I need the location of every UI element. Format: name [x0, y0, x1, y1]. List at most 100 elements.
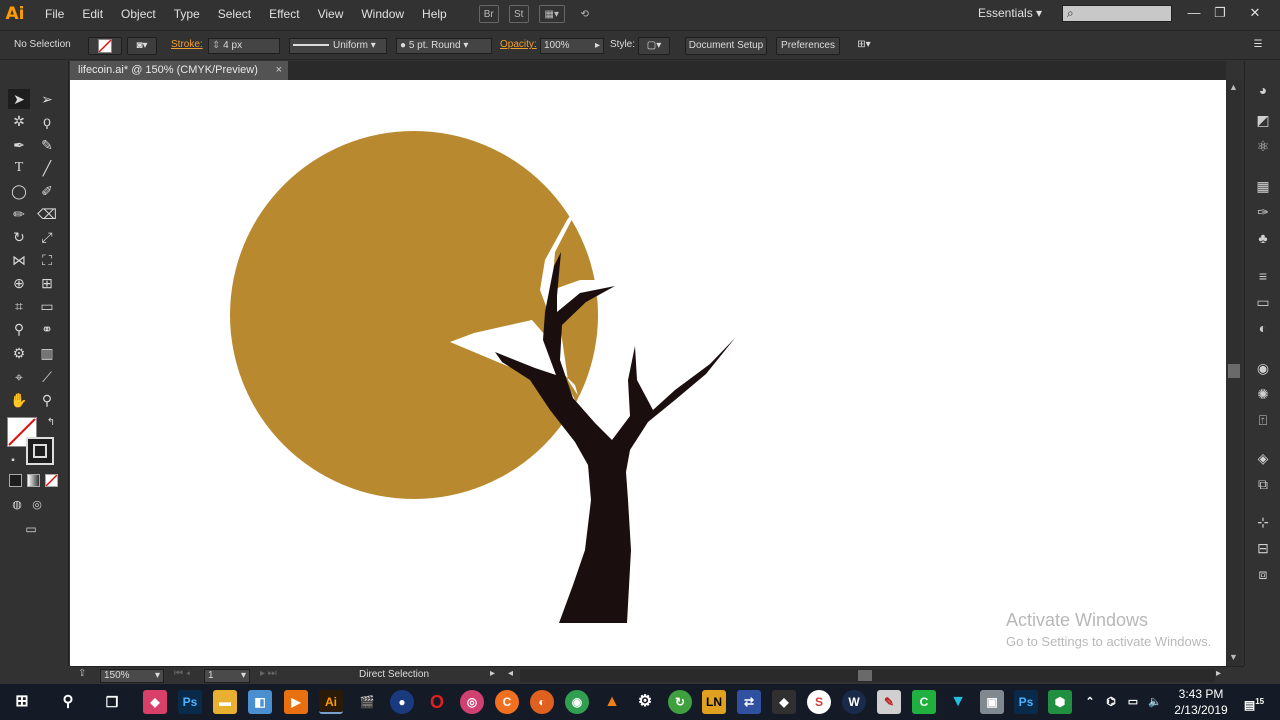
gpu-performance-icon[interactable]: ⟲	[575, 5, 595, 23]
app-icon-15[interactable]: ▣	[980, 690, 1004, 714]
style-swatch[interactable]: ▢▾	[638, 37, 670, 55]
ellipse-tool-icon[interactable]: ◯	[8, 181, 30, 201]
recolor-icon[interactable]: ⚛	[1254, 137, 1272, 155]
document-setup-button[interactable]: Document Setup	[685, 37, 767, 55]
minimize-button[interactable]: —	[1182, 3, 1206, 23]
restore-button[interactable]: ❐	[1208, 3, 1232, 23]
stroke-label[interactable]: Stroke:	[171, 39, 203, 50]
transparency-panel-icon[interactable]: ◐	[1254, 319, 1272, 337]
hscroll-right-icon[interactable]: ▸	[1216, 668, 1221, 679]
notification-center-icon[interactable]: ▤15	[1238, 690, 1270, 714]
eyedropper-tool-icon[interactable]: ⚲	[8, 319, 30, 339]
type-tool-icon[interactable]: T	[8, 158, 30, 178]
close-tab-icon[interactable]: ×	[276, 61, 282, 80]
artboards-panel-icon[interactable]: ⧉	[1254, 475, 1272, 493]
arrange-documents-icon[interactable]: ▦▾	[538, 5, 565, 23]
volume-icon[interactable]: 🔈	[1146, 690, 1164, 714]
horizontal-scrollbar[interactable]	[520, 669, 1215, 682]
app-icon-16[interactable]: ⬢	[1048, 690, 1072, 714]
firefox-icon[interactable]: ◐	[530, 690, 554, 714]
document-tab[interactable]: lifecoin.ai* @ 150% (CMYK/Preview) ×	[70, 61, 288, 80]
app-icon-4[interactable]: 🎬	[355, 690, 379, 714]
menu-file[interactable]: File	[36, 0, 73, 28]
symbols-panel-icon[interactable]: ♣	[1254, 229, 1272, 247]
direct-selection-tool-icon[interactable]: ➢	[36, 89, 58, 109]
gradient-mode-icon[interactable]	[27, 474, 40, 487]
gradient-tool-icon[interactable]: ▭	[36, 296, 58, 316]
scroll-up-icon[interactable]: ▲	[1229, 82, 1238, 92]
power-icon[interactable]: ▭	[1124, 690, 1142, 714]
menu-object[interactable]: Object	[112, 0, 165, 28]
stroke-weight-field[interactable]: ⇕ 4 px	[208, 38, 280, 54]
scroll-down-icon[interactable]: ▼	[1229, 652, 1238, 662]
artboard-tool-icon[interactable]: ⌖	[8, 367, 30, 387]
variable-width-profile[interactable]: Uniform ▾	[289, 38, 387, 54]
sun-circle-shape[interactable]	[230, 131, 598, 499]
menu-effect[interactable]: Effect	[260, 0, 308, 28]
rotate-tool-icon[interactable]: ↻	[8, 227, 30, 247]
default-colors-icon[interactable]: ▪	[2, 451, 24, 471]
illustrator-taskbar-icon[interactable]: Ai	[319, 690, 343, 714]
menu-view[interactable]: View	[309, 0, 353, 28]
gradient-panel-icon[interactable]: ▭	[1254, 293, 1272, 311]
vertical-scroll-thumb[interactable]	[1228, 364, 1240, 378]
horizontal-scroll-thumb[interactable]	[858, 670, 872, 681]
swatches-panel-icon[interactable]: ▦	[1254, 177, 1272, 195]
color-guide-icon[interactable]: ◩	[1254, 111, 1272, 129]
pathfinder-panel-icon[interactable]: ⧈	[1254, 565, 1272, 583]
transform-panel-icon[interactable]: ⊹	[1254, 513, 1272, 531]
tree-logo-artwork[interactable]	[70, 80, 1226, 666]
task-view-icon[interactable]: ❐	[100, 690, 124, 714]
menu-edit[interactable]: Edit	[73, 0, 112, 28]
menu-window[interactable]: Window	[352, 0, 413, 28]
close-window-button[interactable]: ✕	[1243, 3, 1267, 23]
layers-panel-icon[interactable]: ◈	[1254, 449, 1272, 467]
app-icon-8[interactable]: ↻	[668, 690, 692, 714]
app-icon-12[interactable]: ✎	[877, 690, 901, 714]
app-icon-13[interactable]: C	[912, 690, 936, 714]
align-options-icon[interactable]: ⊞▾	[848, 37, 880, 55]
taskbar-clock[interactable]: 3:43 PM 2/13/2019	[1168, 686, 1234, 718]
symbol-sprayer-tool-icon[interactable]: ⚙	[8, 343, 30, 363]
fill-swatch[interactable]	[88, 37, 122, 55]
wordpress-icon[interactable]: W	[842, 690, 866, 714]
stroke-panel-icon[interactable]: ≡	[1254, 267, 1272, 285]
status-menu-arrow[interactable]: ▸	[490, 668, 495, 679]
bridge-icon[interactable]: Br	[478, 5, 499, 23]
panel-menu-icon[interactable]: ☰	[1250, 37, 1266, 55]
magic-wand-tool-icon[interactable]: ✲	[8, 111, 30, 131]
app-icon-7[interactable]: C	[495, 690, 519, 714]
column-graph-tool-icon[interactable]: ▥	[36, 343, 58, 363]
hscroll-left-icon[interactable]: ◂	[508, 668, 513, 679]
hand-tool-icon[interactable]: ✋	[8, 390, 30, 410]
opacity-field[interactable]: 100% ▸	[540, 38, 604, 54]
app-icon-2[interactable]: ◧	[248, 690, 272, 714]
none-mode-icon[interactable]	[45, 474, 58, 487]
stock-icon[interactable]: St	[508, 5, 529, 23]
stroke-swatch[interactable]: ◙▾	[127, 37, 157, 55]
vlc-icon[interactable]: ▲	[600, 690, 624, 714]
settings-icon[interactable]: ⚙	[633, 690, 657, 714]
opacity-label[interactable]: Opacity:	[500, 39, 537, 50]
photoshop-icon-2[interactable]: Ps	[1014, 690, 1038, 714]
curvature-tool-icon[interactable]: ✎	[36, 135, 58, 155]
app-icon-1[interactable]: ◆	[143, 690, 167, 714]
brushes-panel-icon[interactable]: ✑	[1254, 203, 1272, 221]
perspective-grid-tool-icon[interactable]: ⊞	[36, 273, 58, 293]
search-input[interactable]: ⌕	[1062, 5, 1172, 22]
draw-behind-icon[interactable]: ◎	[26, 495, 48, 515]
menu-select[interactable]: Select	[209, 0, 260, 28]
screen-mode-icon[interactable]: ▭	[20, 519, 42, 539]
slice-tool-icon[interactable]: ⟋	[36, 367, 58, 387]
free-transform-tool-icon[interactable]: ⛶	[36, 250, 58, 270]
preferences-button[interactable]: Preferences	[776, 37, 840, 55]
vertical-scrollbar[interactable]: ▲ ▼	[1226, 80, 1242, 666]
color-panel-icon[interactable]: ◕	[1254, 81, 1272, 99]
file-explorer-icon[interactable]: ▬	[213, 690, 237, 714]
app-icon-3[interactable]: ▶	[284, 690, 308, 714]
zoom-level-field[interactable]: 150% ▾	[100, 669, 164, 683]
pen-tool-icon[interactable]: ✒	[8, 135, 30, 155]
stroke-color-box[interactable]	[26, 437, 54, 465]
network-icon[interactable]: ⌬	[1102, 690, 1120, 714]
shaper-tool-icon[interactable]: ✏	[8, 204, 30, 224]
